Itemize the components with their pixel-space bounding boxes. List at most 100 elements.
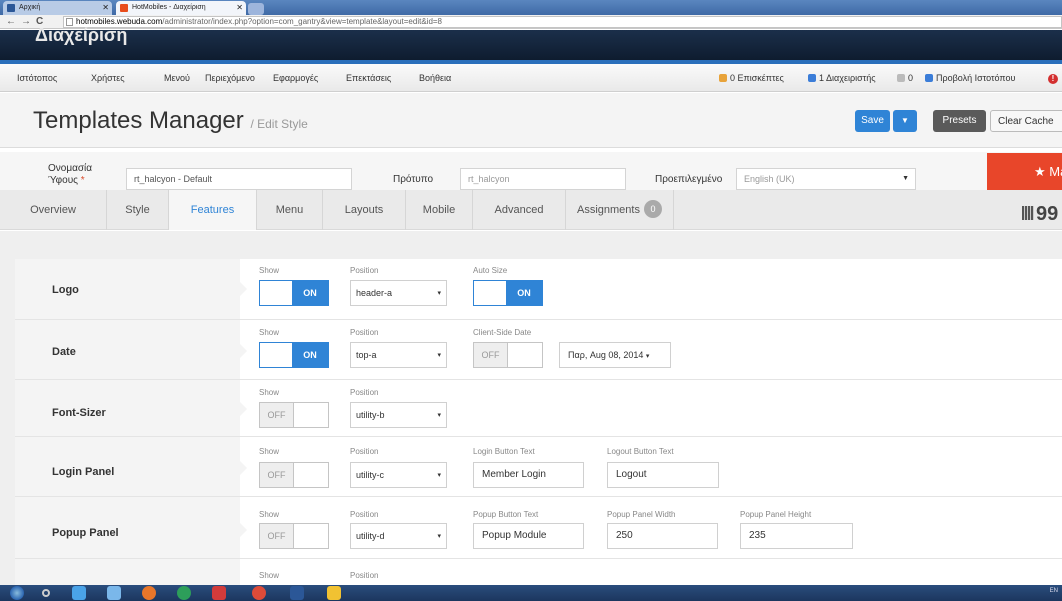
default-language-select[interactable]: English (UK) ▼	[736, 168, 916, 190]
tab-menu[interactable]: Menu	[257, 190, 323, 230]
view-site-link[interactable]: Προβολή Ιστοτόπου	[925, 64, 1015, 92]
tab-features[interactable]: Features	[169, 190, 257, 230]
start-button-icon[interactable]	[10, 586, 24, 600]
admin-header: Διαχείριση	[0, 26, 1062, 60]
monitor-icon	[925, 74, 933, 82]
date-clientside-toggle[interactable]: OFF	[473, 342, 543, 368]
admins-status[interactable]: 1 Διαχειριστής	[808, 64, 876, 92]
popup-height-input[interactable]: 235	[740, 523, 853, 549]
logout-button-text-label: Logout Button Text	[607, 447, 674, 456]
style-name-label: Ονομασία Ύφους *	[48, 163, 108, 187]
make-default-button[interactable]: ★ Ma	[987, 153, 1062, 190]
menu-item-extensions[interactable]: Επεκτάσεις	[346, 64, 391, 92]
toggle-off-state: OFF	[474, 343, 508, 367]
save-button[interactable]: Save	[855, 110, 890, 132]
menu-item-components[interactable]: Εφαρμογές	[273, 64, 318, 92]
clear-cache-button[interactable]: Clear Cache	[990, 110, 1062, 132]
feature-name: Date	[52, 346, 76, 358]
tab-advanced[interactable]: Advanced	[473, 190, 566, 230]
toggle-on-state: ON	[292, 281, 328, 305]
presets-button[interactable]: Presets	[933, 110, 986, 132]
firefox-icon[interactable]	[142, 586, 156, 600]
position-label: Position	[350, 571, 379, 580]
address-bar-row: ← → C hotmobiles.webuda.com/administrato…	[0, 15, 1062, 29]
tab-layouts[interactable]: Layouts	[323, 190, 406, 230]
popup-height-label: Popup Panel Height	[740, 510, 812, 519]
user-icon	[808, 74, 816, 82]
login-show-toggle[interactable]: OFF	[259, 462, 329, 488]
system-tray[interactable]: EN	[1050, 588, 1058, 594]
chevron-down-icon: ▾	[437, 533, 441, 540]
visitors-status[interactable]: 0 Επισκέπτες	[719, 64, 784, 92]
menu-item-users[interactable]: Χρήστες	[91, 64, 125, 92]
popup-show-toggle[interactable]: OFF	[259, 523, 329, 549]
style-name-input[interactable]: rt_halcyon - Default	[126, 168, 352, 190]
admins-text: 1 Διαχειριστής	[819, 73, 876, 83]
show-label: Show	[259, 266, 280, 275]
tab-overview[interactable]: Overview	[0, 190, 107, 230]
logo-position-select[interactable]: header-a ▾	[350, 280, 447, 306]
fontsizer-position-select[interactable]: utility-b ▾	[350, 402, 447, 428]
taskbar-app-icon[interactable]	[42, 589, 50, 597]
ie-icon[interactable]	[72, 586, 86, 600]
show-label: Show	[259, 510, 280, 519]
popup-width-input[interactable]: 250	[607, 523, 718, 549]
alert-status[interactable]: !	[1048, 64, 1058, 92]
save-dropdown-button[interactable]: ▼	[893, 110, 917, 132]
date-position-select[interactable]: top-a ▾	[350, 342, 447, 368]
style-name-label-text: Ονομασία Ύφους	[48, 163, 93, 186]
login-position-select[interactable]: utility-c ▾	[350, 462, 447, 488]
login-button-text-label: Login Button Text	[473, 447, 535, 456]
tab-mobile[interactable]: Mobile	[406, 190, 473, 230]
required-marker: *	[80, 175, 85, 186]
new-tab-button[interactable]	[248, 3, 264, 15]
chevron-down-icon: ▾	[645, 353, 650, 360]
template-label: Πρότυπο	[393, 174, 434, 185]
app-icon[interactable]	[212, 586, 226, 600]
admin-title: Διαχείριση	[35, 25, 128, 45]
page-title: Templates Manager / Edit Style	[33, 107, 308, 135]
select-value: utility-c	[356, 470, 385, 480]
media-player-icon[interactable]	[107, 586, 121, 600]
back-arrow-icon[interactable]: ←	[6, 15, 16, 29]
feature-name: Login Panel	[52, 466, 115, 478]
login-button-text-input[interactable]: Member Login	[473, 462, 584, 488]
logo-autosize-toggle[interactable]: ON	[473, 280, 543, 306]
messages-status[interactable]: 0	[897, 64, 913, 92]
show-label: Show	[259, 328, 280, 337]
tab-assignments-label: Assignments	[577, 204, 640, 216]
users-icon	[719, 74, 727, 82]
explorer-icon[interactable]	[327, 586, 341, 600]
menu-item-content[interactable]: Περιεχόμενο	[205, 64, 255, 92]
menu-item-site[interactable]: Ιστότοπος	[17, 64, 57, 92]
menu-item-menus[interactable]: Μενού	[164, 64, 190, 92]
browser-tab-admin[interactable]: HotMobiles - Διαχείριση ✕	[116, 1, 246, 15]
word-icon[interactable]	[290, 586, 304, 600]
admin-menu-bar: Ιστότοπος Χρήστες Μενού Περιεχόμενο Εφαρ…	[0, 64, 1062, 92]
menu-item-help[interactable]: Βοήθεια	[419, 64, 451, 92]
popup-button-text-input[interactable]: Popup Module	[473, 523, 584, 549]
popup-position-select[interactable]: utility-d ▾	[350, 523, 447, 549]
logo-show-toggle[interactable]: ON	[259, 280, 329, 306]
whatsapp-icon[interactable]	[177, 586, 191, 600]
date-show-toggle[interactable]: ON	[259, 342, 329, 368]
page-subtitle: / Edit Style	[250, 117, 308, 131]
date-format-select[interactable]: Παρ, Aug 08, 2014 ▾	[559, 342, 671, 368]
close-tab-icon[interactable]: ✕	[102, 1, 109, 15]
fontsizer-show-toggle[interactable]: OFF	[259, 402, 329, 428]
feature-row-font-sizer: Font-Sizer	[15, 380, 1062, 437]
url-input[interactable]: hotmobiles.webuda.com/administrator/inde…	[63, 16, 1062, 28]
logo-text: 99	[1036, 203, 1059, 225]
logout-button-text-input[interactable]: Logout	[607, 462, 719, 488]
chevron-down-icon: ▼	[901, 116, 909, 125]
forward-arrow-icon[interactable]: →	[21, 15, 31, 29]
chrome-icon[interactable]	[252, 586, 266, 600]
tab-assignments[interactable]: Assignments 0	[566, 190, 674, 230]
rockettheme-logo: 99	[1022, 203, 1062, 225]
joomla-logo[interactable]	[1000, 30, 1062, 48]
close-tab-icon[interactable]: ✕	[236, 1, 243, 15]
row-pointer	[240, 402, 247, 416]
tab-style[interactable]: Style	[107, 190, 169, 230]
browser-tab-home[interactable]: Αρχική ✕	[3, 1, 112, 15]
chevron-down-icon: ▾	[437, 290, 441, 297]
